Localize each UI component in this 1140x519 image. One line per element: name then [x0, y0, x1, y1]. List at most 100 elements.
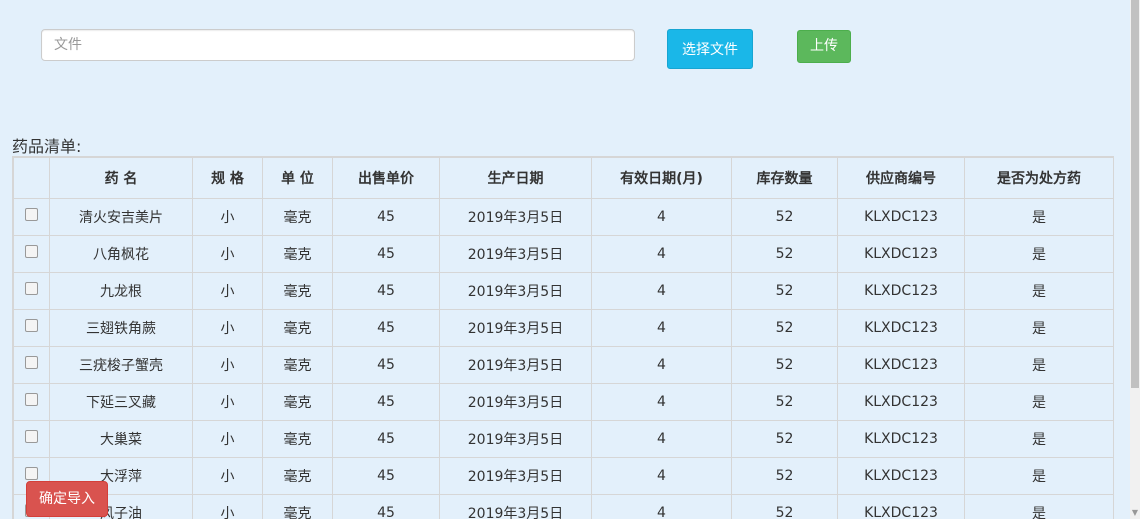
cell-supplier: KLXDC123	[837, 198, 965, 236]
cell-valid: 4	[591, 457, 732, 495]
cell-valid: 4	[591, 346, 732, 384]
cell-name: 九龙根	[49, 272, 193, 310]
cell-unit: 毫克	[262, 420, 333, 458]
cell-stock: 52	[731, 420, 838, 458]
table-header-row: 药 名 规 格 单 位 出售单价 生产日期 有效日期(月) 库存数量 供应商编号…	[13, 157, 1113, 199]
row-checkbox-cell	[13, 420, 50, 458]
cell-spec: 小	[192, 420, 263, 458]
table-row: 清火安吉美片 小 毫克 45 2019年3月5日 4 52 KLXDC123 是	[13, 198, 1113, 236]
table-row: 大浮萍 小 毫克 45 2019年3月5日 4 52 KLXDC123 是	[13, 457, 1113, 495]
table-row: 八角枫花 小 毫克 45 2019年3月5日 4 52 KLXDC123 是	[13, 235, 1113, 273]
cell-price: 45	[332, 272, 440, 310]
cell-price: 45	[332, 457, 440, 495]
cell-valid: 4	[591, 272, 732, 310]
cell-spec: 小	[192, 309, 263, 347]
row-checkbox-cell	[13, 383, 50, 421]
cell-name: 大巢菜	[49, 420, 193, 458]
table-row: 风子油 小 毫克 45 2019年3月5日 4 52 KLXDC123 是	[13, 494, 1113, 519]
cell-valid: 4	[591, 309, 732, 347]
cell-date: 2019年3月5日	[439, 309, 592, 347]
cell-supplier: KLXDC123	[837, 420, 965, 458]
cell-supplier: KLXDC123	[837, 272, 965, 310]
row-checkbox[interactable]	[25, 467, 38, 480]
cell-name: 三翅铁角蕨	[49, 309, 193, 347]
cell-rx: 是	[964, 235, 1113, 273]
cell-unit: 毫克	[262, 346, 333, 384]
confirm-import-button[interactable]: 确定导入	[26, 481, 108, 517]
row-checkbox[interactable]	[25, 319, 38, 332]
row-checkbox-cell	[13, 198, 50, 236]
cell-spec: 小	[192, 494, 263, 519]
cell-price: 45	[332, 383, 440, 421]
cell-spec: 小	[192, 457, 263, 495]
cell-price: 45	[332, 235, 440, 273]
cell-date: 2019年3月5日	[439, 457, 592, 495]
row-checkbox[interactable]	[25, 356, 38, 369]
row-checkbox-cell	[13, 272, 50, 310]
table-row: 大巢菜 小 毫克 45 2019年3月5日 4 52 KLXDC123 是	[13, 420, 1113, 458]
cell-spec: 小	[192, 198, 263, 236]
cell-price: 45	[332, 198, 440, 236]
cell-spec: 小	[192, 272, 263, 310]
row-checkbox[interactable]	[25, 208, 38, 221]
cell-stock: 52	[731, 309, 838, 347]
cell-stock: 52	[731, 494, 838, 519]
cell-supplier: KLXDC123	[837, 235, 965, 273]
cell-name: 三疣梭子蟹壳	[49, 346, 193, 384]
cell-date: 2019年3月5日	[439, 494, 592, 519]
header-price: 出售单价	[332, 157, 440, 199]
header-supplier: 供应商编号	[837, 157, 965, 199]
cell-rx: 是	[964, 309, 1113, 347]
header-production-date: 生产日期	[439, 157, 592, 199]
header-unit: 单 位	[262, 157, 333, 199]
cell-rx: 是	[964, 272, 1113, 310]
cell-price: 45	[332, 309, 440, 347]
cell-date: 2019年3月5日	[439, 272, 592, 310]
cell-valid: 4	[591, 198, 732, 236]
scroll-down-arrow-icon[interactable]: ▼	[1131, 509, 1139, 517]
cell-rx: 是	[964, 346, 1113, 384]
file-input[interactable]: 文件	[41, 29, 635, 61]
cell-stock: 52	[731, 198, 838, 236]
cell-unit: 毫克	[262, 272, 333, 310]
row-checkbox-cell	[13, 309, 50, 347]
cell-supplier: KLXDC123	[837, 457, 965, 495]
header-valid-months: 有效日期(月)	[591, 157, 732, 199]
header-select	[13, 157, 50, 199]
scrollbar-thumb[interactable]	[1131, 0, 1139, 388]
row-checkbox[interactable]	[25, 393, 38, 406]
cell-date: 2019年3月5日	[439, 235, 592, 273]
cell-name: 清火安吉美片	[49, 198, 193, 236]
select-file-button[interactable]: 选择文件	[667, 29, 753, 69]
table-row: 九龙根 小 毫克 45 2019年3月5日 4 52 KLXDC123 是	[13, 272, 1113, 310]
medicine-table: 药 名 规 格 单 位 出售单价 生产日期 有效日期(月) 库存数量 供应商编号…	[13, 157, 1113, 519]
row-checkbox-cell	[13, 235, 50, 273]
cell-rx: 是	[964, 420, 1113, 458]
cell-unit: 毫克	[262, 494, 333, 519]
cell-supplier: KLXDC123	[837, 383, 965, 421]
cell-spec: 小	[192, 383, 263, 421]
cell-date: 2019年3月5日	[439, 346, 592, 384]
cell-supplier: KLXDC123	[837, 494, 965, 519]
cell-name: 下延三叉藏	[49, 383, 193, 421]
cell-unit: 毫克	[262, 235, 333, 273]
row-checkbox[interactable]	[25, 430, 38, 443]
table-row: 下延三叉藏 小 毫克 45 2019年3月5日 4 52 KLXDC123 是	[13, 383, 1113, 421]
cell-date: 2019年3月5日	[439, 383, 592, 421]
upload-button[interactable]: 上传	[797, 30, 851, 63]
row-checkbox[interactable]	[25, 282, 38, 295]
file-input-placeholder: 文件	[54, 37, 82, 53]
cell-rx: 是	[964, 457, 1113, 495]
cell-rx: 是	[964, 383, 1113, 421]
table-row: 三翅铁角蕨 小 毫克 45 2019年3月5日 4 52 KLXDC123 是	[13, 309, 1113, 347]
cell-stock: 52	[731, 235, 838, 273]
header-stock: 库存数量	[731, 157, 838, 199]
cell-rx: 是	[964, 494, 1113, 519]
medicine-table-container: 药 名 规 格 单 位 出售单价 生产日期 有效日期(月) 库存数量 供应商编号…	[12, 156, 1114, 519]
cell-date: 2019年3月5日	[439, 198, 592, 236]
cell-name: 八角枫花	[49, 235, 193, 273]
page-scrollbar[interactable]: ▼	[1130, 0, 1140, 519]
row-checkbox[interactable]	[25, 245, 38, 258]
table-row: 三疣梭子蟹壳 小 毫克 45 2019年3月5日 4 52 KLXDC123 是	[13, 346, 1113, 384]
cell-stock: 52	[731, 457, 838, 495]
